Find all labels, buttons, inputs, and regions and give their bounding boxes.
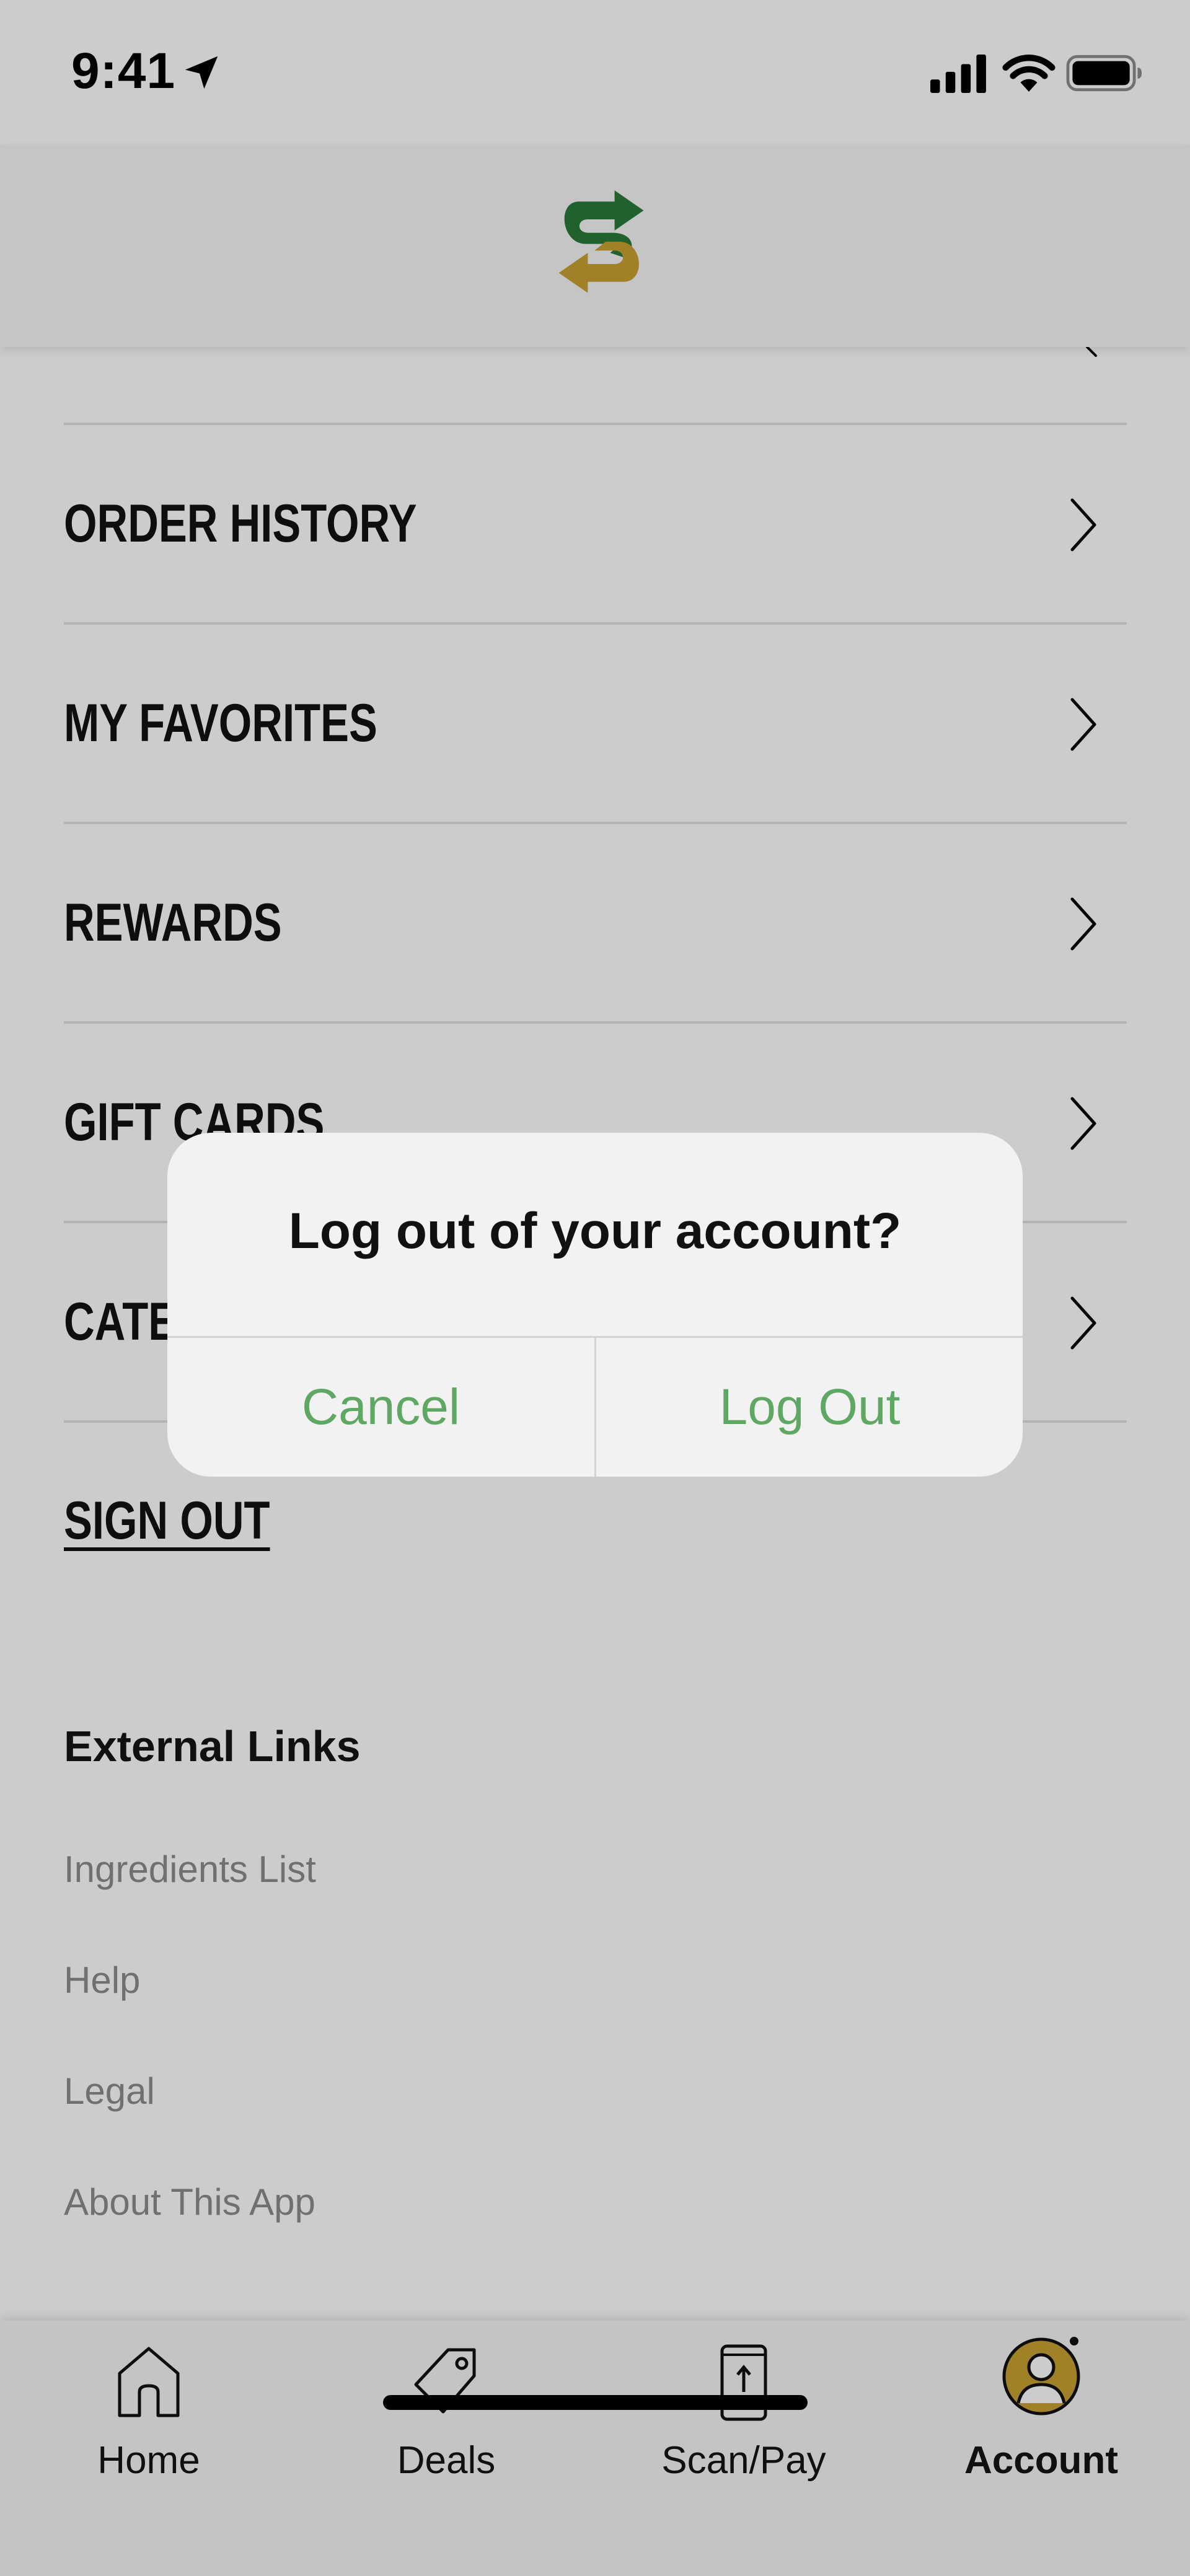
cancel-button[interactable]: Cancel	[167, 1338, 594, 1477]
logout-dialog: Log out of your account? Cancel Log Out	[167, 1133, 1023, 1477]
account-screen: 9:41 ORDER HISTORY MY FAVORITES REWARDS …	[0, 0, 1190, 2576]
dialog-title: Log out of your account?	[288, 1203, 902, 1259]
log-out-button[interactable]: Log Out	[596, 1338, 1023, 1477]
